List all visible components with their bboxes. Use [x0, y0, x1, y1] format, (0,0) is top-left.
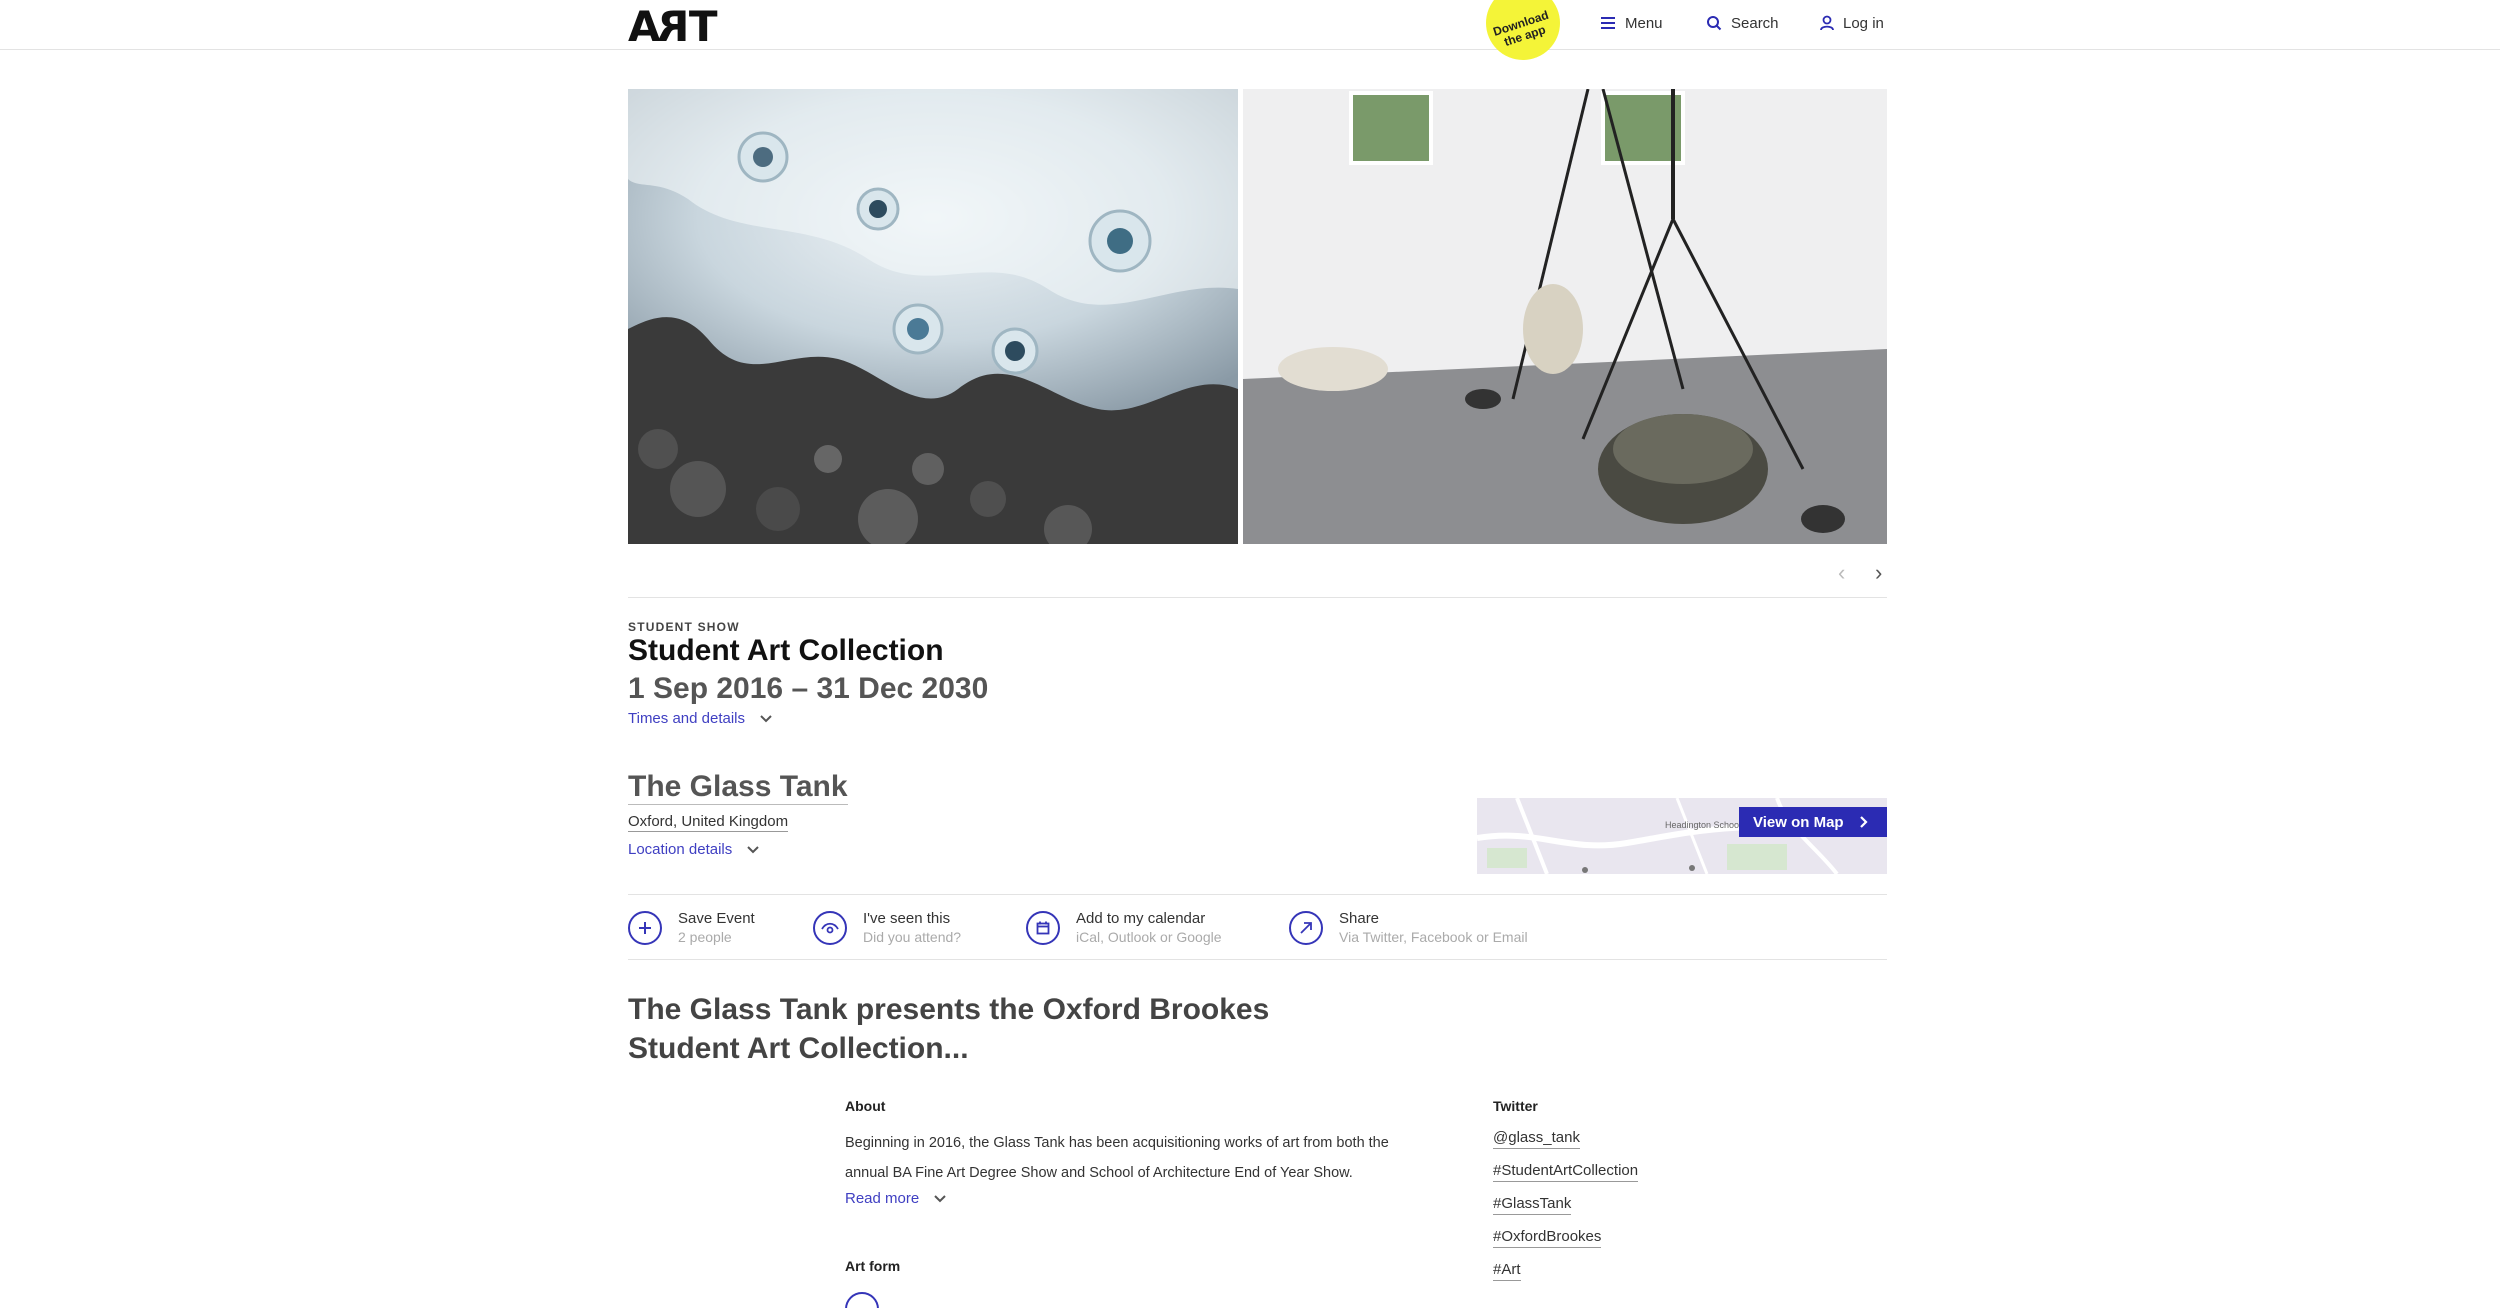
menu-button[interactable]: Menu	[1600, 12, 1663, 34]
twitter-hashtag-link[interactable]: #GlassTank	[1493, 1194, 1572, 1215]
venue-city-link[interactable]: Oxford, United Kingdom	[628, 813, 789, 832]
logo[interactable]: ART	[628, 2, 718, 51]
save-event-label: Save Event	[678, 910, 755, 927]
image-gallery[interactable]	[628, 89, 1887, 544]
search-label: Search	[1731, 14, 1779, 32]
chevron-right-icon	[1859, 816, 1868, 828]
save-event-button[interactable]: Save Event 2 people	[628, 909, 755, 946]
read-more-link[interactable]: Read more	[845, 1190, 947, 1207]
map-place-label: Headington School	[1665, 820, 1741, 830]
times-details-link[interactable]: Times and details	[628, 710, 773, 727]
view-on-map-button[interactable]: View on Map	[1739, 807, 1887, 837]
login-label: Log in	[1843, 14, 1884, 32]
chevron-down-icon	[747, 845, 759, 853]
share-subtitle: Via Twitter, Facebook or Email	[1339, 929, 1528, 945]
location-details-label: Location details	[628, 841, 733, 858]
login-button[interactable]: Log in	[1820, 12, 1884, 34]
download-app-badge[interactable]: Download the app	[1486, 0, 1560, 60]
twitter-handle-link[interactable]: @glass_tank	[1493, 1128, 1580, 1149]
search-button[interactable]: Search	[1706, 12, 1779, 34]
download-app-label: Download the app	[1491, 7, 1551, 49]
share-button[interactable]: Share Via Twitter, Facebook or Email	[1289, 909, 1528, 946]
site-header: ART Download the app Menu Search Log in	[0, 0, 2500, 60]
about-text: Beginning in 2016, the Glass Tank has be…	[845, 1135, 1389, 1181]
gallery-next-button[interactable]: ›	[1875, 560, 1882, 586]
twitter-list: @glass_tank #StudentArtCollection #Glass…	[1493, 1128, 1639, 1293]
event-actions-bar: Save Event 2 people I've seen this Did you…	[628, 894, 1887, 960]
divider	[628, 597, 1887, 598]
gallery-image-ice[interactable]	[628, 89, 1238, 544]
seen-this-label: I've seen this	[863, 910, 951, 927]
event-headline: The Glass Tank presents the Oxford Brook…	[628, 993, 1270, 1065]
event-title: Student Art Collection	[628, 634, 944, 667]
gallery-image-installation[interactable]	[1243, 89, 1887, 544]
save-event-count: 2 people	[678, 929, 732, 945]
read-more-label: Read more	[845, 1190, 920, 1207]
menu-label: Menu	[1625, 14, 1663, 32]
chevron-down-icon	[760, 714, 772, 722]
menu-icon	[1601, 17, 1615, 29]
art-form-plus-icon[interactable]	[845, 1292, 879, 1308]
art-form-heading: Art form	[845, 1258, 901, 1274]
twitter-hashtag-link[interactable]: #Art	[1493, 1260, 1521, 1281]
times-details-label: Times and details	[628, 710, 745, 727]
event-dates: 1 Sep 2016 – 31 Dec 2030	[628, 672, 989, 705]
eye-icon	[813, 911, 847, 945]
twitter-hashtag-link[interactable]: #OxfordBrookes	[1493, 1227, 1602, 1248]
share-label: Share	[1339, 910, 1380, 927]
seen-this-subtitle: Did you attend?	[863, 929, 962, 945]
add-to-calendar-label: Add to my calendar	[1076, 910, 1206, 927]
seen-this-button[interactable]: I've seen this Did you attend?	[813, 909, 961, 946]
user-icon	[1820, 15, 1834, 31]
venue-name-link[interactable]: The Glass Tank	[628, 770, 848, 805]
event-category: STUDENT SHOW	[628, 620, 740, 634]
add-to-calendar-button[interactable]: Add to my calendar iCal, Outlook or Googl…	[1026, 909, 1222, 946]
gallery-prev-button[interactable]: ‹	[1838, 560, 1845, 586]
twitter-hashtag-link[interactable]: #StudentArtCollection	[1493, 1161, 1639, 1182]
arrow-up-right-icon	[1289, 911, 1323, 945]
search-icon	[1707, 16, 1722, 31]
chevron-down-icon	[934, 1194, 946, 1202]
view-on-map-label: View on Map	[1753, 813, 1844, 831]
location-details-link[interactable]: Location details	[628, 841, 760, 858]
about-heading: About	[845, 1098, 886, 1114]
plus-icon	[628, 911, 662, 945]
calendar-icon	[1026, 911, 1060, 945]
twitter-heading: Twitter	[1493, 1098, 1538, 1114]
add-to-calendar-subtitle: iCal, Outlook or Google	[1076, 929, 1222, 945]
